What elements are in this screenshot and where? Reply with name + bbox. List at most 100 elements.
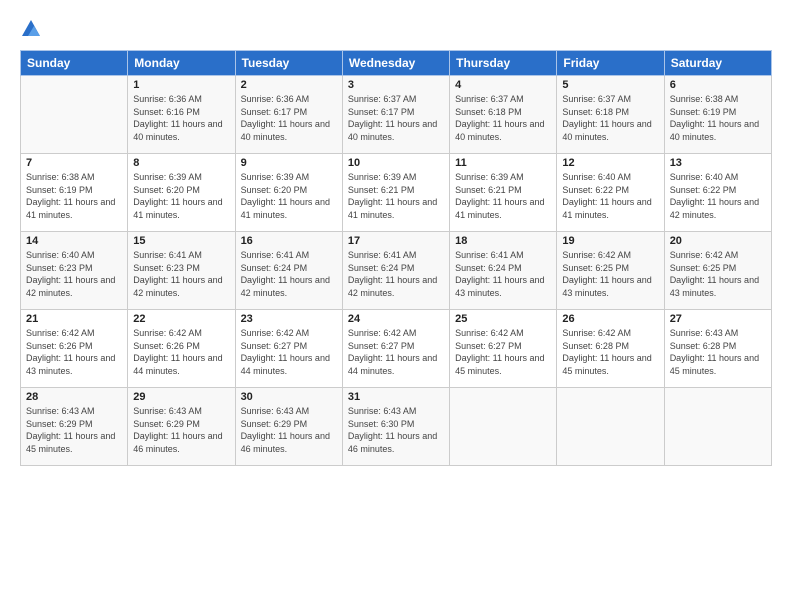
calendar-week-row: 7 Sunrise: 6:38 AMSunset: 6:19 PMDaylight… bbox=[21, 154, 772, 232]
day-info: Sunrise: 6:39 AMSunset: 6:20 PMDaylight:… bbox=[133, 171, 229, 221]
calendar-cell: 31Sunrise: 6:43 AMSunset: 6:30 PMDayligh… bbox=[342, 388, 449, 466]
day-info: Sunrise: 6:42 AMSunset: 6:25 PMDaylight:… bbox=[562, 249, 658, 299]
day-number: 1 bbox=[133, 79, 229, 91]
day-number: 11 bbox=[455, 157, 551, 169]
day-number: 28 bbox=[26, 391, 122, 403]
calendar-week-row: 21 Sunrise: 6:42 AMSunset: 6:26 PMDayligh… bbox=[21, 310, 772, 388]
day-info: Sunrise: 6:42 AMSunset: 6:26 PMDaylight:… bbox=[133, 327, 229, 377]
day-number: 22 bbox=[133, 313, 229, 325]
calendar-cell: 20 Sunrise: 6:42 AMSunset: 6:25 PMDayligh… bbox=[664, 232, 771, 310]
calendar-cell bbox=[664, 388, 771, 466]
calendar-week-row: 14 Sunrise: 6:40 AMSunset: 6:23 PMDayligh… bbox=[21, 232, 772, 310]
day-number: 9 bbox=[241, 157, 337, 169]
day-number: 25 bbox=[455, 313, 551, 325]
day-info: Sunrise: 6:43 AMSunset: 6:29 PMDaylight:… bbox=[26, 405, 122, 455]
day-number: 30 bbox=[241, 391, 337, 403]
calendar-cell: 30 Sunrise: 6:43 AMSunset: 6:29 PMDayligh… bbox=[235, 388, 342, 466]
calendar-cell bbox=[450, 388, 557, 466]
day-number: 16 bbox=[241, 235, 337, 247]
day-info: Sunrise: 6:38 AMSunset: 6:19 PMDaylight:… bbox=[26, 171, 122, 221]
day-number: 21 bbox=[26, 313, 122, 325]
day-number: 27 bbox=[670, 313, 766, 325]
day-info: Sunrise: 6:42 AMSunset: 6:27 PMDaylight:… bbox=[455, 327, 551, 377]
day-number: 5 bbox=[562, 79, 658, 91]
header-day: Friday bbox=[557, 51, 664, 76]
day-info: Sunrise: 6:37 AMSunset: 6:18 PMDaylight:… bbox=[562, 93, 658, 143]
calendar-cell: 10 Sunrise: 6:39 AMSunset: 6:21 PMDayligh… bbox=[342, 154, 449, 232]
day-number: 18 bbox=[455, 235, 551, 247]
day-number: 7 bbox=[26, 157, 122, 169]
day-number: 24 bbox=[348, 313, 444, 325]
day-info: Sunrise: 6:42 AMSunset: 6:25 PMDaylight:… bbox=[670, 249, 766, 299]
day-number: 3 bbox=[348, 79, 444, 91]
calendar-cell: 28 Sunrise: 6:43 AMSunset: 6:29 PMDayligh… bbox=[21, 388, 128, 466]
header-day: Tuesday bbox=[235, 51, 342, 76]
header-day: Thursday bbox=[450, 51, 557, 76]
day-info: Sunrise: 6:41 AMSunset: 6:23 PMDaylight:… bbox=[133, 249, 229, 299]
calendar-cell: 9Sunrise: 6:39 AMSunset: 6:20 PMDaylight… bbox=[235, 154, 342, 232]
day-number: 20 bbox=[670, 235, 766, 247]
calendar-cell: 12Sunrise: 6:40 AMSunset: 6:22 PMDayligh… bbox=[557, 154, 664, 232]
day-number: 15 bbox=[133, 235, 229, 247]
page: SundayMondayTuesdayWednesdayThursdayFrid… bbox=[0, 0, 792, 612]
day-number: 31 bbox=[348, 391, 444, 403]
day-number: 8 bbox=[133, 157, 229, 169]
day-info: Sunrise: 6:36 AMSunset: 6:17 PMDaylight:… bbox=[241, 93, 337, 143]
day-number: 4 bbox=[455, 79, 551, 91]
day-info: Sunrise: 6:40 AMSunset: 6:22 PMDaylight:… bbox=[670, 171, 766, 221]
header-day: Wednesday bbox=[342, 51, 449, 76]
day-info: Sunrise: 6:42 AMSunset: 6:27 PMDaylight:… bbox=[241, 327, 337, 377]
calendar-cell: 11 Sunrise: 6:39 AMSunset: 6:21 PMDayligh… bbox=[450, 154, 557, 232]
day-number: 10 bbox=[348, 157, 444, 169]
day-number: 23 bbox=[241, 313, 337, 325]
calendar-table: SundayMondayTuesdayWednesdayThursdayFrid… bbox=[20, 50, 772, 466]
day-info: Sunrise: 6:38 AMSunset: 6:19 PMDaylight:… bbox=[670, 93, 766, 143]
calendar-cell: 4 Sunrise: 6:37 AMSunset: 6:18 PMDaylight… bbox=[450, 76, 557, 154]
calendar-cell: 18 Sunrise: 6:41 AMSunset: 6:24 PMDayligh… bbox=[450, 232, 557, 310]
calendar-week-row: 28 Sunrise: 6:43 AMSunset: 6:29 PMDayligh… bbox=[21, 388, 772, 466]
header-day: Sunday bbox=[21, 51, 128, 76]
header-row: SundayMondayTuesdayWednesdayThursdayFrid… bbox=[21, 51, 772, 76]
calendar-cell: 25 Sunrise: 6:42 AMSunset: 6:27 PMDayligh… bbox=[450, 310, 557, 388]
calendar-week-row: 1Sunrise: 6:36 AMSunset: 6:16 PMDaylight… bbox=[21, 76, 772, 154]
day-info: Sunrise: 6:39 AMSunset: 6:21 PMDaylight:… bbox=[348, 171, 444, 221]
calendar-cell: 3Sunrise: 6:37 AMSunset: 6:17 PMDaylight… bbox=[342, 76, 449, 154]
logo-icon bbox=[20, 18, 42, 40]
day-info: Sunrise: 6:42 AMSunset: 6:27 PMDaylight:… bbox=[348, 327, 444, 377]
calendar-cell: 29 Sunrise: 6:43 AMSunset: 6:29 PMDayligh… bbox=[128, 388, 235, 466]
calendar-cell: 22 Sunrise: 6:42 AMSunset: 6:26 PMDayligh… bbox=[128, 310, 235, 388]
day-number: 13 bbox=[670, 157, 766, 169]
day-info: Sunrise: 6:37 AMSunset: 6:18 PMDaylight:… bbox=[455, 93, 551, 143]
day-info: Sunrise: 6:40 AMSunset: 6:23 PMDaylight:… bbox=[26, 249, 122, 299]
day-number: 2 bbox=[241, 79, 337, 91]
calendar-cell: 13 Sunrise: 6:40 AMSunset: 6:22 PMDayligh… bbox=[664, 154, 771, 232]
day-number: 14 bbox=[26, 235, 122, 247]
day-number: 12 bbox=[562, 157, 658, 169]
calendar-cell: 21Sunrise: 6:42 AMSunset: 6:26 PMDayligh… bbox=[21, 310, 128, 388]
calendar-cell: 16Sunrise: 6:41 AMSunset: 6:24 PMDayligh… bbox=[235, 232, 342, 310]
calendar-cell: 5 Sunrise: 6:37 AMSunset: 6:18 PMDaylight… bbox=[557, 76, 664, 154]
day-info: Sunrise: 6:39 AMSunset: 6:21 PMDaylight:… bbox=[455, 171, 551, 221]
header-day: Saturday bbox=[664, 51, 771, 76]
calendar-cell: 7 Sunrise: 6:38 AMSunset: 6:19 PMDaylight… bbox=[21, 154, 128, 232]
calendar-cell: 17Sunrise: 6:41 AMSunset: 6:24 PMDayligh… bbox=[342, 232, 449, 310]
logo bbox=[20, 18, 46, 40]
header bbox=[20, 18, 772, 40]
calendar-cell bbox=[21, 76, 128, 154]
calendar-cell: 15 Sunrise: 6:41 AMSunset: 6:23 PMDayligh… bbox=[128, 232, 235, 310]
day-number: 29 bbox=[133, 391, 229, 403]
calendar-cell: 26 Sunrise: 6:42 AMSunset: 6:28 PMDayligh… bbox=[557, 310, 664, 388]
day-number: 26 bbox=[562, 313, 658, 325]
header-day: Monday bbox=[128, 51, 235, 76]
day-info: Sunrise: 6:42 AMSunset: 6:28 PMDaylight:… bbox=[562, 327, 658, 377]
calendar-cell bbox=[557, 388, 664, 466]
calendar-cell: 24 Sunrise: 6:42 AMSunset: 6:27 PMDayligh… bbox=[342, 310, 449, 388]
day-number: 17 bbox=[348, 235, 444, 247]
day-info: Sunrise: 6:43 AMSunset: 6:29 PMDaylight:… bbox=[241, 405, 337, 455]
calendar-cell: 19Sunrise: 6:42 AMSunset: 6:25 PMDayligh… bbox=[557, 232, 664, 310]
day-info: Sunrise: 6:41 AMSunset: 6:24 PMDaylight:… bbox=[455, 249, 551, 299]
calendar-cell: 2 Sunrise: 6:36 AMSunset: 6:17 PMDaylight… bbox=[235, 76, 342, 154]
calendar-cell: 8 Sunrise: 6:39 AMSunset: 6:20 PMDaylight… bbox=[128, 154, 235, 232]
day-number: 6 bbox=[670, 79, 766, 91]
day-info: Sunrise: 6:43 AMSunset: 6:29 PMDaylight:… bbox=[133, 405, 229, 455]
